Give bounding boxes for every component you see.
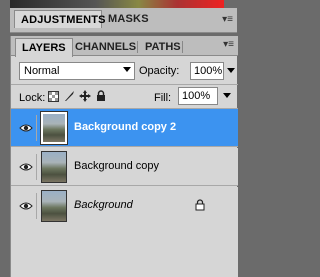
- blend-mode-select[interactable]: Normal: [19, 62, 135, 80]
- visibility-eye-icon[interactable]: [15, 115, 37, 141]
- layer-name[interactable]: Background copy 2: [74, 121, 176, 133]
- panel-menu-icon[interactable]: ▾≡: [222, 14, 233, 25]
- lock-all-icon[interactable]: [95, 89, 107, 103]
- tab-masks[interactable]: MASKS: [102, 10, 149, 28]
- fill-dropdown-icon[interactable]: [223, 93, 231, 98]
- tab-channels[interactable]: CHANNELS: [69, 38, 142, 56]
- layer-thumbnail: [41, 190, 67, 222]
- opacity-input[interactable]: 100%: [190, 62, 224, 80]
- opacity-label: Opacity:: [139, 65, 180, 77]
- layers-empty-area: [11, 222, 238, 277]
- visibility-eye-icon[interactable]: [15, 154, 37, 180]
- lock-label: Lock:: [19, 92, 46, 104]
- layer-name[interactable]: Background copy: [74, 160, 159, 172]
- opacity-dropdown-icon[interactable]: [227, 68, 235, 73]
- layer-thumbnail: [40, 111, 68, 145]
- color-gradient-strip: [10, 0, 224, 8]
- tab-layers[interactable]: LAYERS: [15, 38, 73, 57]
- layers-panel: LAYERS CHANNELS PATHS ▾≡ Normal Opacity:…: [10, 36, 238, 277]
- lock-image-pixels-icon[interactable]: [63, 89, 75, 103]
- blend-mode-value: Normal: [24, 65, 60, 77]
- tab-adjustments[interactable]: ADJUSTMENTS: [14, 10, 106, 28]
- tab-separator: [182, 41, 183, 53]
- layer-lock-icon: [195, 199, 205, 214]
- chevron-down-icon: [123, 67, 131, 72]
- lock-transparent-pixels-icon[interactable]: [47, 89, 59, 103]
- layer-row[interactable]: Background: [11, 187, 238, 225]
- tab-paths[interactable]: PATHS: [139, 38, 187, 56]
- tab-separator: [137, 41, 138, 53]
- fill-label: Fill:: [154, 92, 172, 104]
- layer-row[interactable]: Background copy: [11, 148, 238, 186]
- layer-thumbnail: [41, 151, 67, 183]
- panel-menu-icon[interactable]: ▾≡: [223, 39, 234, 50]
- layer-name[interactable]: Background: [74, 199, 133, 211]
- lock-position-icon[interactable]: [79, 89, 91, 103]
- fill-input[interactable]: 100%: [178, 87, 218, 105]
- layer-row[interactable]: Background copy 2: [11, 109, 238, 147]
- layers-tabbar: LAYERS CHANNELS PATHS ▾≡: [11, 36, 238, 57]
- visibility-eye-icon[interactable]: [15, 193, 37, 219]
- divider: [11, 84, 238, 85]
